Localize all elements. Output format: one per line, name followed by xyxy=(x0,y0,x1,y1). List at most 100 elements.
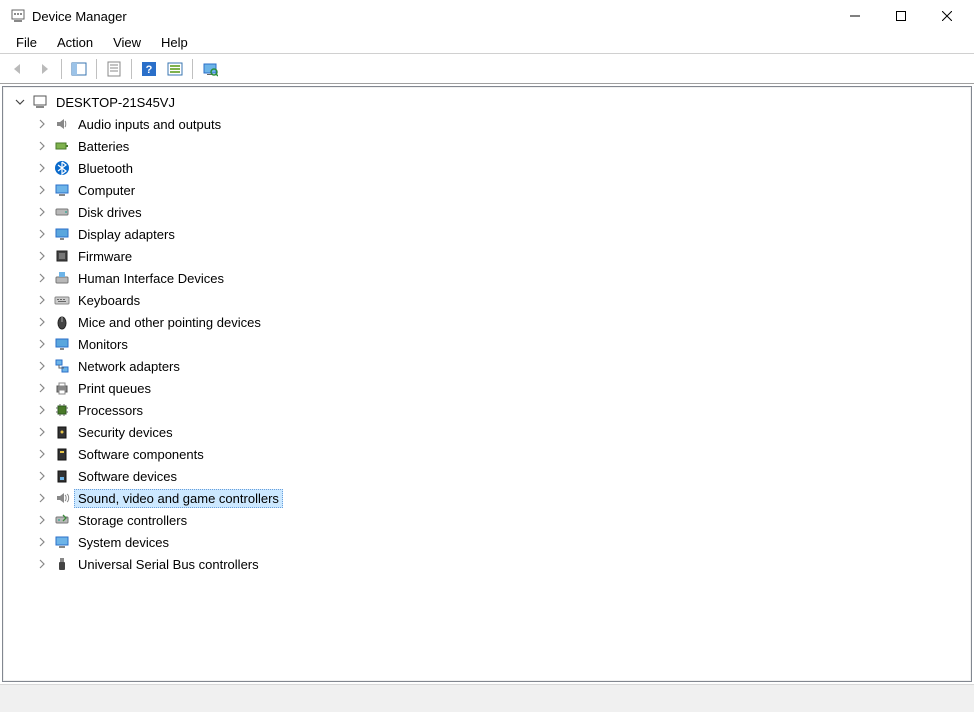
battery-icon xyxy=(53,137,71,155)
tree-item-label: Universal Serial Bus controllers xyxy=(75,556,262,573)
tree-item-label: Storage controllers xyxy=(75,512,190,529)
scan-button[interactable] xyxy=(198,57,222,81)
root-label: DESKTOP-21S45VJ xyxy=(53,94,178,111)
display-icon xyxy=(53,225,71,243)
tree-item-label: System devices xyxy=(75,534,172,551)
menu-file[interactable]: File xyxy=(6,33,47,52)
security-icon xyxy=(53,423,71,441)
tree-item[interactable]: Human Interface Devices xyxy=(5,267,969,289)
chevron-right-icon[interactable] xyxy=(35,117,49,131)
window-controls xyxy=(832,1,970,31)
monitor-icon xyxy=(53,335,71,353)
sound-icon xyxy=(53,489,71,507)
tree-item[interactable]: Print queues xyxy=(5,377,969,399)
tree-item-label: Audio inputs and outputs xyxy=(75,116,224,133)
chevron-right-icon[interactable] xyxy=(35,315,49,329)
tree-item[interactable]: System devices xyxy=(5,531,969,553)
window-title: Device Manager xyxy=(32,9,127,24)
tree-item[interactable]: Storage controllers xyxy=(5,509,969,531)
toolbar: ? xyxy=(0,54,974,84)
audio-icon xyxy=(53,115,71,133)
tree-item[interactable]: Monitors xyxy=(5,333,969,355)
hid-icon xyxy=(53,269,71,287)
tree-item-label: Display adapters xyxy=(75,226,178,243)
back-button[interactable] xyxy=(6,57,30,81)
tree-item[interactable]: Sound, video and game controllers xyxy=(5,487,969,509)
chevron-right-icon[interactable] xyxy=(35,227,49,241)
tree-item[interactable]: Bluetooth xyxy=(5,157,969,179)
tree-item[interactable]: Display adapters xyxy=(5,223,969,245)
tree-item[interactable]: Audio inputs and outputs xyxy=(5,113,969,135)
tree-item-label: Monitors xyxy=(75,336,131,353)
chevron-right-icon[interactable] xyxy=(35,557,49,571)
tree-item[interactable]: Processors xyxy=(5,399,969,421)
device-tree[interactable]: DESKTOP-21S45VJ Audio inputs and outputs… xyxy=(2,86,972,682)
forward-button[interactable] xyxy=(32,57,56,81)
chevron-down-icon[interactable] xyxy=(13,95,27,109)
tree-item-label: Firmware xyxy=(75,248,135,265)
chevron-right-icon[interactable] xyxy=(35,469,49,483)
tree-item[interactable]: Universal Serial Bus controllers xyxy=(5,553,969,575)
firmware-icon xyxy=(53,247,71,265)
tree-item-label: Network adapters xyxy=(75,358,183,375)
system-icon xyxy=(53,533,71,551)
chevron-right-icon[interactable] xyxy=(35,161,49,175)
network-icon xyxy=(53,357,71,375)
chevron-right-icon[interactable] xyxy=(35,139,49,153)
menubar: File Action View Help xyxy=(0,32,974,54)
tree-item-label: Software devices xyxy=(75,468,180,485)
printer-icon xyxy=(53,379,71,397)
bluetooth-icon xyxy=(53,159,71,177)
computer-icon xyxy=(53,181,71,199)
tree-item[interactable]: Mice and other pointing devices xyxy=(5,311,969,333)
app-icon xyxy=(10,8,26,24)
properties-button[interactable] xyxy=(102,57,126,81)
chevron-right-icon[interactable] xyxy=(35,337,49,351)
software-dev-icon xyxy=(53,467,71,485)
tree-item[interactable]: Software components xyxy=(5,443,969,465)
toolbar-separator xyxy=(96,59,97,79)
maximize-button[interactable] xyxy=(878,1,924,31)
show-hide-button[interactable] xyxy=(67,57,91,81)
tree-item[interactable]: Keyboards xyxy=(5,289,969,311)
tree-item[interactable]: Security devices xyxy=(5,421,969,443)
chevron-right-icon[interactable] xyxy=(35,381,49,395)
tree-item[interactable]: Firmware xyxy=(5,245,969,267)
menu-view[interactable]: View xyxy=(103,33,151,52)
titlebar: Device Manager xyxy=(0,0,974,32)
tree-item-label: Bluetooth xyxy=(75,160,136,177)
minimize-button[interactable] xyxy=(832,1,878,31)
close-button[interactable] xyxy=(924,1,970,31)
chevron-right-icon[interactable] xyxy=(35,425,49,439)
tree-item[interactable]: Software devices xyxy=(5,465,969,487)
toolbar-separator xyxy=(192,59,193,79)
chevron-right-icon[interactable] xyxy=(35,513,49,527)
tree-item-label: Disk drives xyxy=(75,204,145,221)
chevron-right-icon[interactable] xyxy=(35,535,49,549)
menu-action[interactable]: Action xyxy=(47,33,103,52)
tree-item[interactable]: Disk drives xyxy=(5,201,969,223)
chevron-right-icon[interactable] xyxy=(35,491,49,505)
storage-icon xyxy=(53,511,71,529)
tree-item[interactable]: Computer xyxy=(5,179,969,201)
tree-item-label: Sound, video and game controllers xyxy=(74,489,283,508)
tree-item-label: Keyboards xyxy=(75,292,143,309)
chevron-right-icon[interactable] xyxy=(35,249,49,263)
chevron-right-icon[interactable] xyxy=(35,447,49,461)
tree-root[interactable]: DESKTOP-21S45VJ xyxy=(5,91,969,113)
chevron-right-icon[interactable] xyxy=(35,403,49,417)
tree-item[interactable]: Batteries xyxy=(5,135,969,157)
chevron-right-icon[interactable] xyxy=(35,183,49,197)
tree-item-label: Print queues xyxy=(75,380,154,397)
chevron-right-icon[interactable] xyxy=(35,293,49,307)
export-button[interactable] xyxy=(163,57,187,81)
usb-icon xyxy=(53,555,71,573)
chevron-right-icon[interactable] xyxy=(35,359,49,373)
chevron-right-icon[interactable] xyxy=(35,271,49,285)
tree-item[interactable]: Network adapters xyxy=(5,355,969,377)
tree-item-label: Mice and other pointing devices xyxy=(75,314,264,331)
help-button[interactable]: ? xyxy=(137,57,161,81)
chevron-right-icon[interactable] xyxy=(35,205,49,219)
software-comp-icon xyxy=(53,445,71,463)
menu-help[interactable]: Help xyxy=(151,33,198,52)
